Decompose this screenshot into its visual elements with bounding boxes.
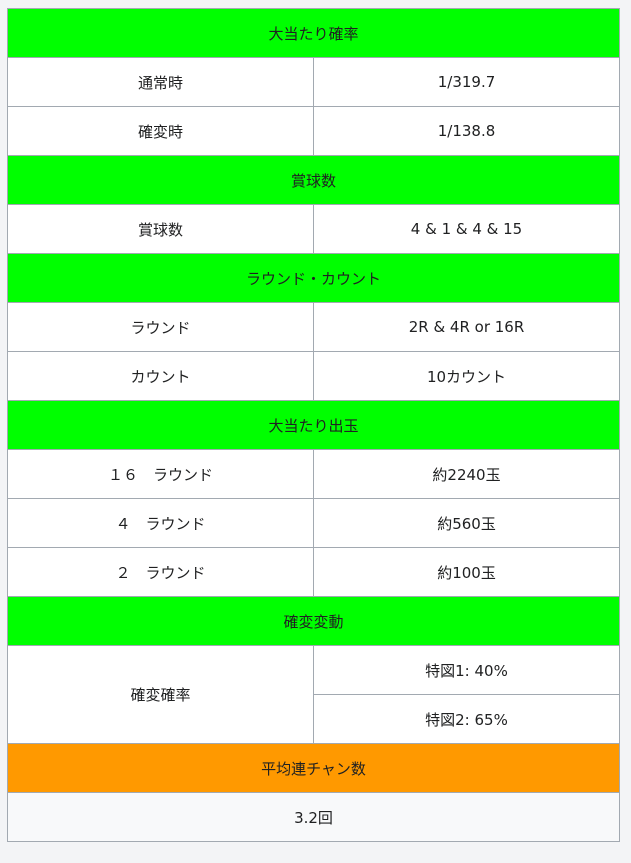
probability-header-row: 大当たり確率 <box>6 8 621 58</box>
spec-table-container: 大当たり確率 通常時 1/319.7 確変時 1/138.8 賞球数 賞球数 4… <box>6 8 621 842</box>
round-value: 2R & 4R or 16R <box>312 302 621 352</box>
kakuhen-header: 確変変動 <box>6 596 621 646</box>
payout-header-row: 大当たり出玉 <box>6 400 621 450</box>
prize-balls-value: 4 & 1 & 4 & 15 <box>312 204 621 254</box>
table-row: 確変確率 特図1: 40% <box>7 645 621 744</box>
average-chain-header: 平均連チャン数 <box>6 743 621 793</box>
round-count-header: ラウンド・カウント <box>6 253 621 303</box>
count-value: 10カウント <box>312 351 621 401</box>
payout-4r-label: ４ ラウンド <box>7 498 314 548</box>
kakuhen-time-label: 確変時 <box>7 106 314 156</box>
prize-balls-header-row: 賞球数 <box>6 155 621 205</box>
normal-label: 通常時 <box>7 57 314 107</box>
kakuhen-header-row: 確変変動 <box>6 596 621 646</box>
payout-16r-value: 約2240玉 <box>312 449 621 499</box>
average-chain-value: 3.2回 <box>6 792 621 842</box>
count-label: カウント <box>7 351 314 401</box>
table-row: 通常時 1/319.7 <box>7 57 621 107</box>
table-row: 3.2回 <box>6 792 621 842</box>
kakuhen-rate-label: 確変確率 <box>7 645 314 744</box>
round-label: ラウンド <box>7 302 314 352</box>
table-row: 賞球数 4 & 1 & 4 & 15 <box>7 204 621 254</box>
payout-4r-value: 約560玉 <box>312 498 621 548</box>
payout-2r-label: ２ ラウンド <box>7 547 314 597</box>
round-count-header-row: ラウンド・カウント <box>6 253 621 303</box>
payout-2r-value: 約100玉 <box>312 547 621 597</box>
table-row: ２ ラウンド 約100玉 <box>7 547 621 597</box>
kakuhen-time-value: 1/138.8 <box>312 106 621 156</box>
table-row: ラウンド 2R & 4R or 16R <box>7 302 621 352</box>
probability-header: 大当たり確率 <box>6 8 621 58</box>
table-row: １６ ラウンド 約2240玉 <box>7 449 621 499</box>
payout-header: 大当たり出玉 <box>6 400 621 450</box>
average-chain-header-row: 平均連チャン数 <box>6 743 621 793</box>
prize-balls-label: 賞球数 <box>7 204 314 254</box>
spec-table: 大当たり確率 通常時 1/319.7 確変時 1/138.8 賞球数 賞球数 4… <box>6 8 621 842</box>
table-row: 確変時 1/138.8 <box>7 106 621 156</box>
payout-16r-label: １６ ラウンド <box>7 449 314 499</box>
prize-balls-header: 賞球数 <box>6 155 621 205</box>
table-row: カウント 10カウント <box>7 351 621 401</box>
kakuhen-zuhyo2-value: 特図2: 65% <box>312 694 621 744</box>
table-row: ４ ラウンド 約560玉 <box>7 498 621 548</box>
normal-value: 1/319.7 <box>312 57 621 107</box>
kakuhen-zuhyo1-value: 特図1: 40% <box>312 645 621 695</box>
